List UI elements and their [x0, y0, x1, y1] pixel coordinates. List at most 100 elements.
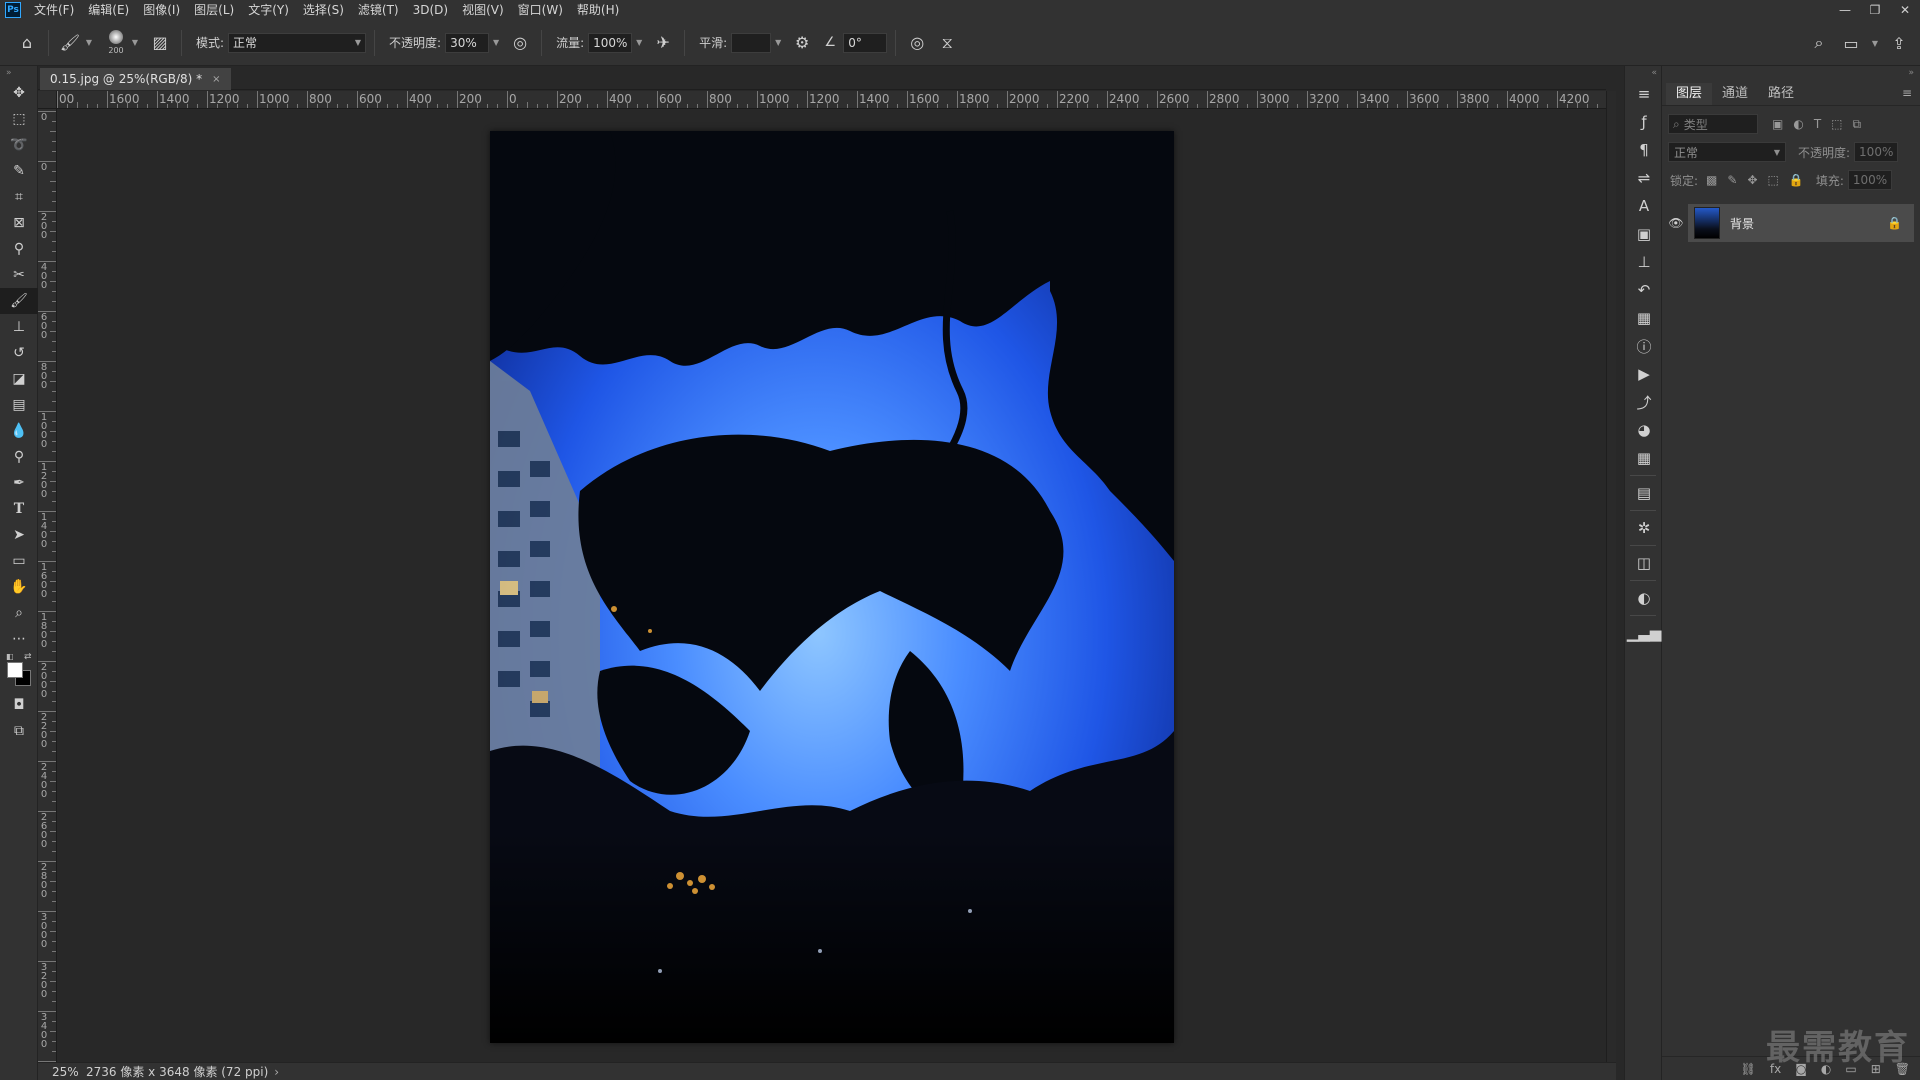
lock-transparency-icon[interactable]: ▩	[1706, 173, 1717, 187]
adjustments-icon[interactable]: ✲	[1625, 514, 1663, 542]
brush-tool-preset-icon[interactable]: 🖌	[57, 30, 83, 56]
adjustment-filter-icon[interactable]: ◐	[1793, 117, 1803, 132]
menu-filter[interactable]: 滤镜(T)	[351, 0, 406, 20]
expand-icon[interactable]: »	[0, 66, 37, 80]
canvas-area[interactable]	[57, 109, 1606, 1065]
airbrush-icon[interactable]: ✈	[650, 30, 676, 56]
brush-tool-icon[interactable]: 🖌	[0, 288, 38, 314]
swap-colors-icon[interactable]: ⇄	[24, 652, 32, 662]
brush-settings-panel-icon[interactable]: ▨	[147, 30, 173, 56]
close-button[interactable]: ✕	[1890, 0, 1920, 20]
foreground-color-swatch[interactable]	[7, 662, 23, 678]
character-icon[interactable]: A	[1625, 192, 1663, 220]
restore-button[interactable]: ❐	[1860, 0, 1890, 20]
menu-view[interactable]: 视图(V)	[455, 0, 511, 20]
menu-layer[interactable]: 图层(L)	[187, 0, 241, 20]
move-tool-icon[interactable]: ✥	[0, 80, 38, 106]
menu-window[interactable]: 窗口(W)	[511, 0, 570, 20]
chevron-down-icon[interactable]: ▼	[83, 30, 95, 56]
eyedropper-tool-icon[interactable]: ⚲	[0, 236, 38, 262]
chevron-down-icon[interactable]: ▼	[632, 30, 646, 56]
menu-image[interactable]: 图像(I)	[136, 0, 187, 20]
type-filter-icon[interactable]: T	[1814, 117, 1821, 132]
smart-object-filter-icon[interactable]: ⧉	[1853, 117, 1862, 132]
brush-size-picker[interactable]: 200	[103, 26, 129, 60]
close-tab-icon[interactable]: ×	[212, 74, 220, 85]
brush-settings-icon[interactable]: ≡	[1625, 80, 1663, 108]
vertical-scrollbar[interactable]	[1606, 91, 1616, 1065]
quick-selection-tool-icon[interactable]: ✎	[0, 158, 38, 184]
horizontal-ruler[interactable]: 00 1600 1400 1200 1000 800 600 400 200 0 200 400 600…	[57, 91, 1606, 109]
crop-tool-icon[interactable]: ⌗	[0, 184, 38, 210]
opacity-input[interactable]: 30%	[445, 32, 490, 53]
chevron-down-icon[interactable]: ▼	[771, 30, 785, 56]
type-tool-icon[interactable]: T	[0, 496, 38, 522]
color-icon[interactable]: ◐	[1625, 584, 1663, 612]
workspace-icon[interactable]: ▭	[1838, 30, 1864, 56]
zoom-level[interactable]: 25%	[38, 1065, 79, 1079]
layer-lock-icon[interactable]: 🔒	[1887, 216, 1902, 230]
menu-type[interactable]: 文字(Y)	[241, 0, 296, 20]
tab-channels[interactable]: 通道	[1712, 83, 1758, 105]
collapse-icon[interactable]: «	[1625, 66, 1661, 80]
menu-select[interactable]: 选择(S)	[296, 0, 351, 20]
paths-icon[interactable]: ⤴	[1625, 388, 1663, 416]
blend-mode-select[interactable]: 正常 ▼	[1668, 142, 1786, 162]
marquee-tool-icon[interactable]: ⬚	[0, 106, 38, 132]
healing-tool-icon[interactable]: ✂	[0, 262, 38, 288]
pressure-size-icon[interactable]: ◎	[904, 30, 930, 56]
document-tab[interactable]: 0.15.jpg @ 25%(RGB/8) * ×	[40, 68, 231, 90]
lock-artboard-icon[interactable]: ⬚	[1768, 173, 1779, 187]
lock-pixels-icon[interactable]: ✎	[1727, 173, 1737, 187]
brushes-icon[interactable]: ƒ	[1625, 108, 1663, 136]
symmetry-icon[interactable]: ⧖	[934, 30, 960, 56]
lock-position-icon[interactable]: ✥	[1747, 173, 1757, 187]
history-icon[interactable]: ↶	[1625, 276, 1663, 304]
glyphs-icon[interactable]: ▣	[1625, 220, 1663, 248]
document-image[interactable]	[490, 131, 1174, 1043]
menu-edit[interactable]: 编辑(E)	[81, 0, 136, 20]
path-selection-tool-icon[interactable]: ➤	[0, 522, 38, 548]
layer-row-background[interactable]: 背景 🔒	[1688, 204, 1914, 242]
lasso-tool-icon[interactable]: ➰	[0, 132, 38, 158]
eraser-tool-icon[interactable]: ◪	[0, 366, 38, 392]
layer-opacity-input[interactable]: 100%	[1854, 142, 1899, 162]
shape-filter-icon[interactable]: ⬚	[1831, 117, 1842, 132]
info-icon[interactable]: ⓘ	[1625, 332, 1663, 360]
menu-file[interactable]: 文件(F)	[27, 0, 81, 20]
frame-tool-icon[interactable]: ⊠	[0, 210, 38, 236]
flow-input[interactable]: 100%	[588, 32, 633, 53]
actions-icon[interactable]: ▶	[1625, 360, 1663, 388]
histogram-icon[interactable]: ▁▃▅	[1625, 619, 1663, 647]
default-colors-icon[interactable]: ◧	[6, 652, 14, 661]
notes-icon[interactable]: ▤	[1625, 479, 1663, 507]
gradient-tool-icon[interactable]: ▤	[0, 392, 38, 418]
more-tools-icon[interactable]: ⋯	[0, 626, 38, 652]
chevron-down-icon[interactable]: ▼	[129, 30, 141, 56]
paragraph-icon[interactable]: ¶	[1625, 136, 1663, 164]
quick-mask-icon[interactable]: ◘	[0, 692, 38, 718]
ruler-origin[interactable]	[38, 91, 57, 109]
blur-tool-icon[interactable]: 💧	[0, 418, 38, 444]
tab-paths[interactable]: 路径	[1758, 83, 1804, 105]
share-icon[interactable]: ⇪	[1886, 30, 1912, 56]
ps-logo[interactable]: Ps	[5, 2, 21, 18]
screen-mode-icon[interactable]: ⧉	[0, 718, 38, 744]
stamp-tool-icon[interactable]: ⊥	[0, 314, 38, 340]
hand-tool-icon[interactable]: ✋	[0, 574, 38, 600]
dodge-tool-icon[interactable]: ⚲	[0, 444, 38, 470]
vertical-ruler[interactable]: 0 0 200 400 600 800 1000 1200 1400 1600 1800 2000 22…	[38, 109, 57, 1065]
history-brush-tool-icon[interactable]: ↺	[0, 340, 38, 366]
link-layers-icon[interactable]: ⛓	[1741, 1062, 1756, 1076]
mode-select[interactable]: 正常 ▼	[228, 32, 367, 53]
home-icon[interactable]: ⌂	[14, 30, 40, 56]
layer-comps-icon[interactable]: ▦	[1625, 304, 1663, 332]
rectangle-tool-icon[interactable]: ▭	[0, 548, 38, 574]
layer-filter-select[interactable]: ⌕ 类型	[1668, 114, 1758, 134]
table-icon[interactable]: ▦	[1625, 444, 1663, 472]
status-arrow-icon[interactable]: ›	[274, 1065, 279, 1079]
libraries-icon[interactable]: ◫	[1625, 549, 1663, 577]
chevron-down-icon[interactable]: ▼	[1870, 30, 1880, 56]
fill-input[interactable]: 100%	[1847, 170, 1892, 190]
menu-help[interactable]: 帮助(H)	[570, 0, 626, 20]
